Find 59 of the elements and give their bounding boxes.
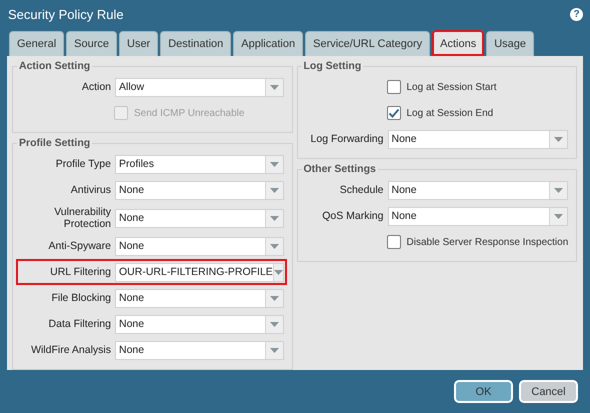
- caret-icon: [264, 290, 282, 306]
- caret-icon: [264, 238, 282, 254]
- field-label: QoS Marking: [321, 210, 384, 222]
- field-label: URL Filtering: [49, 266, 112, 278]
- ok-button[interactable]: OK: [454, 380, 513, 403]
- tab[interactable]: Actions: [432, 30, 484, 56]
- caret-icon: [549, 182, 567, 198]
- tab[interactable]: Service/URL Category: [305, 31, 430, 56]
- field-label: Log Forwarding: [310, 133, 384, 145]
- field-label: Antivirus: [70, 184, 112, 196]
- field-label: Action: [80, 81, 112, 93]
- dropdown-field[interactable]: None: [388, 130, 568, 148]
- group-title: Action Setting: [18, 60, 92, 72]
- field-label: Profile Type: [54, 158, 112, 170]
- checkbox[interactable]: [386, 80, 400, 94]
- dropdown-field[interactable]: None: [115, 180, 284, 200]
- field-label: Anti-Spyware: [48, 240, 112, 252]
- field-label: WildFire Analysis: [30, 344, 112, 356]
- dropdown-field[interactable]: None: [388, 206, 568, 226]
- dropdown-field[interactable]: None: [115, 288, 284, 308]
- group-title: Other Settings: [302, 163, 377, 175]
- caret-icon: [264, 78, 282, 96]
- group-title: Profile Setting: [18, 137, 92, 149]
- dropdown-field[interactable]: None: [115, 314, 284, 334]
- dropdown-field[interactable]: None: [115, 208, 284, 228]
- tab[interactable]: General: [9, 31, 64, 56]
- help-icon[interactable]: ?: [570, 8, 583, 20]
- group-title: Log Setting: [302, 60, 362, 72]
- caret-icon: [264, 156, 282, 172]
- cancel-button[interactable]: Cancel: [519, 380, 578, 403]
- field-label: File Blocking: [50, 292, 112, 304]
- dropdown-field[interactable]: None: [115, 236, 284, 256]
- field-label: Schedule: [338, 184, 384, 196]
- checkbox-label: Disable Server Response Inspection: [406, 236, 568, 248]
- window-title: Security Policy Rule: [7, 6, 124, 22]
- caret-icon: [264, 210, 282, 226]
- checkbox-label: Log at Session End: [406, 108, 494, 118]
- tab[interactable]: Usage: [486, 31, 534, 56]
- caret-icon: [264, 316, 282, 332]
- checkbox[interactable]: [386, 106, 400, 120]
- tab[interactable]: Application: [233, 31, 304, 56]
- dropdown-field[interactable]: Allow: [115, 78, 284, 96]
- dropdown-field[interactable]: Profiles: [115, 154, 284, 174]
- caret-icon: [549, 130, 567, 148]
- caret-icon: [272, 264, 283, 280]
- field-label: Vulnerability Protection: [53, 206, 112, 230]
- tab[interactable]: Source: [66, 31, 117, 56]
- tab[interactable]: User: [119, 31, 158, 56]
- caret-icon: [549, 208, 567, 224]
- caret-icon: [264, 182, 282, 198]
- checkbox-label: Send ICMP Unreachable: [134, 108, 244, 118]
- dropdown-field[interactable]: OUR-URL-FILTERING-PROFILE: [115, 262, 284, 282]
- field-label: Data Filtering: [48, 318, 112, 330]
- caret-icon: [264, 342, 282, 358]
- checkbox[interactable]: [386, 235, 400, 249]
- tab[interactable]: Destination: [160, 31, 232, 56]
- checkbox-label: Log at Session Start: [406, 82, 497, 92]
- dropdown-field[interactable]: None: [388, 180, 568, 200]
- dropdown-field[interactable]: None: [115, 340, 284, 360]
